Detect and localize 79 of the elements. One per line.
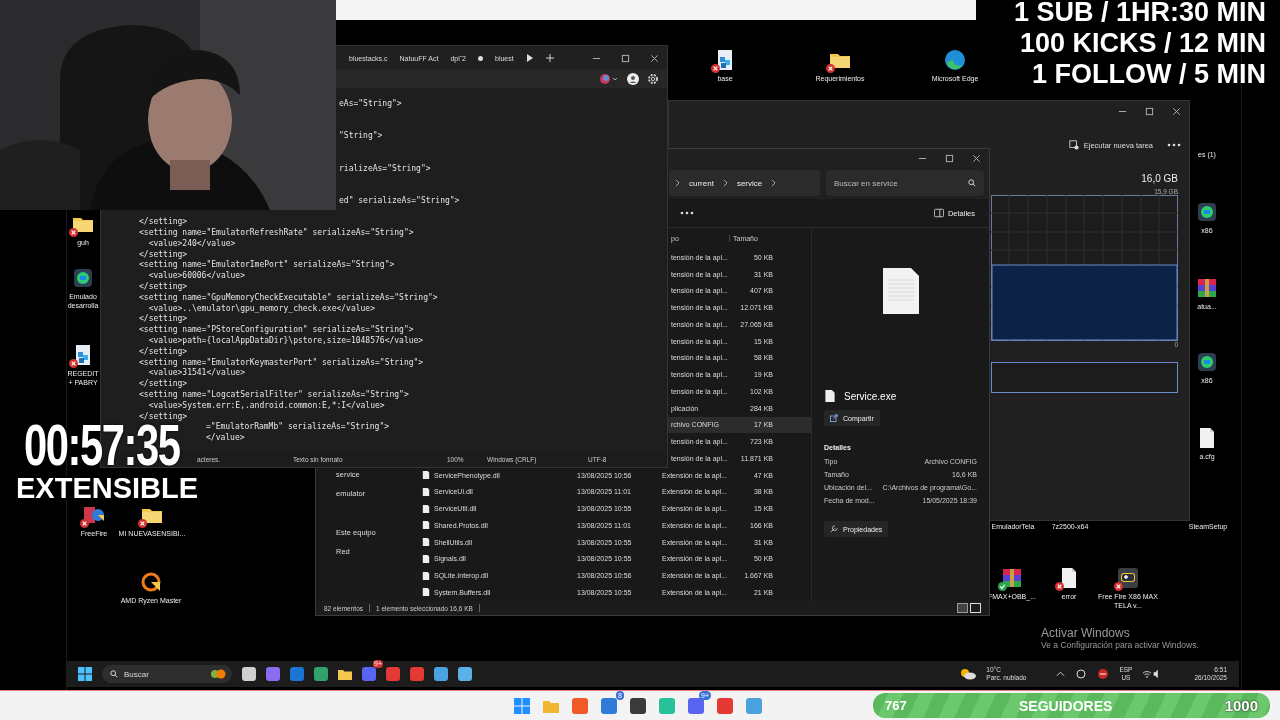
code-line: <value>path={localAppDataDir}\pstore,size=1048576</value> xyxy=(147,335,424,345)
share-icon xyxy=(830,414,838,422)
follower-goal: 1000 xyxy=(1224,697,1258,714)
search-field[interactable]: Buscar xyxy=(102,665,232,683)
code-line: <setting name="GpuMemoryCheckExecutable" serializeAs="String"> xyxy=(139,292,438,302)
search-field[interactable]: Buscar en service xyxy=(826,170,984,196)
books-icon[interactable] xyxy=(1195,276,1219,300)
code-line: eAs="String"> xyxy=(339,99,402,108)
code-line: </setting> xyxy=(139,314,188,324)
code-line: </setting> xyxy=(139,379,188,389)
code-line: </setting> xyxy=(139,411,188,421)
windows-icon[interactable] xyxy=(514,697,530,714)
code-line: </setting> xyxy=(139,281,188,291)
goal-text: 1 FOLLOW / 5 MIN xyxy=(1032,59,1266,90)
code-line: </setting> xyxy=(139,346,188,356)
code-line: <setting name="LogcatSerialFilter" serializeAs="String"> xyxy=(139,389,409,399)
code-line: "String"> xyxy=(339,131,383,141)
folder-icon[interactable] xyxy=(338,667,352,681)
code-line: </setting> xyxy=(139,217,188,227)
wrench-icon xyxy=(830,525,838,533)
books-icon[interactable] xyxy=(1000,566,1024,590)
close-icon[interactable] xyxy=(650,53,659,63)
settings-icon[interactable] xyxy=(647,73,659,85)
code-line: </setting> xyxy=(139,249,188,259)
breadcrumb-item[interactable]: service xyxy=(736,178,763,188)
code-line: <value>..\emulator\gpu_memory_check.exe</value> xyxy=(147,303,375,313)
app-icon[interactable] xyxy=(630,697,646,714)
code-line: ed" serializeAs="String"> xyxy=(339,195,460,205)
sync-icon[interactable] xyxy=(1075,668,1088,680)
fruit-icon xyxy=(210,669,226,679)
code-line: <value>60006</value> xyxy=(147,271,245,281)
code-line: <setting name="PStoreConfiguration" serializeAs="String"> xyxy=(139,325,414,335)
close-icon[interactable] xyxy=(972,153,981,163)
new-task-icon xyxy=(1068,140,1079,150)
code-line: <setting name="EmulatorKeymasterPort" serializeAs="String"> xyxy=(139,357,424,367)
scroll-right-icon[interactable] xyxy=(525,54,534,62)
code-line: rializeAs="String"> xyxy=(339,163,431,173)
maximize-icon[interactable] xyxy=(1145,106,1154,116)
more-icon[interactable] xyxy=(680,211,694,215)
add-tab-icon[interactable] xyxy=(545,54,554,62)
follower-label: SEGUIDORES xyxy=(1019,697,1113,714)
ring-icon[interactable] xyxy=(139,570,163,594)
timer-label: EXTENSIBLE xyxy=(16,474,199,502)
code-line: <value>31541</value> xyxy=(147,368,245,378)
code-line: ="EmulatorRamMb" serializeAs="String"> xyxy=(206,422,390,432)
chevron-icon[interactable] xyxy=(1056,671,1066,677)
address-bar[interactable]: current service xyxy=(669,170,820,196)
close-icon[interactable] xyxy=(1172,106,1181,116)
globe-icon[interactable] xyxy=(943,48,967,72)
windows-icon[interactable] xyxy=(78,667,92,681)
code-line: <value>240</value> xyxy=(147,238,236,248)
search-icon[interactable] xyxy=(968,179,976,187)
shield-icon[interactable] xyxy=(1097,668,1110,680)
activation-text: Ve a Configuración para activar Windows. xyxy=(1041,640,1199,650)
chevron-icon xyxy=(675,179,680,187)
chevron-icon xyxy=(771,179,777,187)
file-icon xyxy=(882,268,919,314)
avatar-icon[interactable] xyxy=(627,73,639,85)
file-title: Service.exe xyxy=(844,390,897,402)
code-line: </value> xyxy=(206,433,245,443)
maximize-icon[interactable] xyxy=(945,153,954,163)
gamepad-icon[interactable] xyxy=(1116,566,1140,590)
more-icon[interactable] xyxy=(1167,143,1181,147)
code-line: <setting name="EmulatorImePort" serializeAs="String"> xyxy=(139,260,395,270)
follower-count: 767 xyxy=(885,698,907,713)
file-icon xyxy=(824,390,836,402)
view-toggle-icon[interactable] xyxy=(957,603,981,613)
code-line: <setting name="EmulatorRefreshRate" serializeAs="String"> xyxy=(139,228,414,237)
panel-icon xyxy=(933,208,944,218)
maximize-icon[interactable] xyxy=(621,53,630,63)
chevron-icon xyxy=(722,179,728,187)
goal-text: 1 SUB / 1HR:30 MIN xyxy=(1013,0,1266,28)
search-icon xyxy=(110,670,118,678)
memory-total: 16,0 GB xyxy=(1141,173,1178,184)
goal-text: 100 KICKS / 12 MIN xyxy=(1019,28,1266,59)
activation-title: Activar Windows xyxy=(1041,626,1131,640)
breadcrumb-item[interactable]: current xyxy=(689,178,714,188)
weather-icon xyxy=(960,668,977,680)
code-line: <value>System.err:E,.android.common:E,*:I</value> xyxy=(147,400,385,410)
